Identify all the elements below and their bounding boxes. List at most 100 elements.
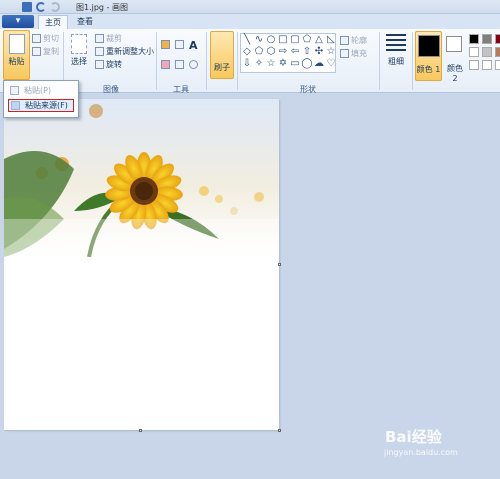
outline-button[interactable]: 轮廓 [340,35,367,46]
star-shape-icon[interactable]: ☆ [325,46,337,58]
palette-color[interactable] [482,60,492,70]
title-bar: 图1.jpg - 画图 [0,0,500,14]
clipboard-icon [8,34,25,54]
right-arrow-shape-icon[interactable]: ⇨ [277,46,289,58]
four-arrow-shape-icon[interactable]: ✣ [313,46,325,58]
callout-rect-shape-icon[interactable]: ▭ [289,58,301,70]
cut-button[interactable]: 剪切 [32,33,59,44]
undo-icon[interactable] [36,2,46,12]
eraser-icon [161,60,170,69]
crop-button[interactable]: 裁剪 [95,33,122,44]
tools-group-label: 工具 [173,85,189,94]
outline-icon [340,36,349,45]
resize-handle-bottom[interactable] [139,429,142,432]
menu-item-paste-from-label: 粘贴来源(F) [25,101,68,110]
menu-item-paste-from[interactable]: 粘贴来源(F) [8,99,74,112]
tab-view[interactable]: 查看 [70,15,100,29]
palette-color[interactable] [469,47,479,57]
palette-color[interactable] [495,47,500,57]
palette-color[interactable] [495,60,500,70]
polygon-shape-icon[interactable]: ⬠ [301,34,313,46]
clipboard-icon [10,86,19,95]
app-menu-button[interactable]: ▾ [2,15,34,28]
star4-shape-icon[interactable]: ✧ [253,58,265,70]
palette-color[interactable] [482,34,492,44]
rounded-rect-shape-icon[interactable]: ▢ [289,34,301,46]
crop-icon [95,34,104,43]
fill-label: 填充 [351,49,367,58]
palette-color[interactable] [469,34,479,44]
star6-shape-icon[interactable]: ✡ [277,58,289,70]
color2-label: 颜色 2 [447,64,463,83]
shapes-gallery[interactable]: ╲ ∿ ○ □ ▢ ⬠ △ ◺ ◇ ⬠ ⬡ ⇨ ⇦ ⇧ ✣ ☆ ⇩ ✧ ☆ ✡ ▭ ◯ ☁ ♡ [240,33,336,73]
paste-button-content: 粘贴 [4,34,29,67]
redo-icon[interactable] [50,2,60,12]
drawing-canvas[interactable] [4,99,279,430]
copy-button[interactable]: 复制 [32,46,59,57]
brushes-label: 刷子 [214,63,230,72]
resize-button[interactable]: 重新调整大小 [95,46,154,57]
magnifier-tool[interactable] [189,60,198,69]
size-label: 粗细 [388,57,404,66]
triangle-shape-icon[interactable]: △ [313,34,325,46]
oval-shape-icon[interactable]: ○ [265,34,277,46]
right-triangle-shape-icon[interactable]: ◺ [325,34,337,46]
paste-label: 粘贴 [8,57,25,66]
eraser-tool[interactable] [161,60,170,69]
line-shape-icon[interactable]: ╲ [241,34,253,46]
down-arrow-shape-icon[interactable]: ⇩ [241,58,253,70]
curve-shape-icon[interactable]: ∿ [253,34,265,46]
bucket-icon [175,40,184,49]
hexagon-shape-icon[interactable]: ⬡ [265,46,277,58]
text-tool[interactable]: A [189,39,198,52]
select-label: 选择 [71,57,87,66]
select-icon [71,34,87,54]
size-button[interactable]: 粗细 [384,34,408,67]
color1-label: 颜色 1 [416,65,441,74]
palette-color[interactable] [495,34,500,44]
diamond-shape-icon[interactable]: ◇ [241,46,253,58]
brushes-button[interactable]: 刷子 [210,31,234,79]
heart-shape-icon[interactable]: ♡ [325,58,337,70]
rotate-button[interactable]: 旋转 [95,59,122,70]
rotate-label: 旋转 [106,60,122,69]
pencil-icon [161,40,170,49]
separator [237,32,238,90]
separator [156,32,157,90]
save-icon[interactable] [22,2,32,12]
callout-oval-shape-icon[interactable]: ◯ [301,58,313,70]
paste-dropdown-menu: 粘贴(P) 粘贴来源(F) [3,80,79,118]
separator [412,32,413,90]
color-picker-tool[interactable] [175,60,184,69]
fill-tool[interactable] [175,40,184,49]
cloud-shape-icon[interactable]: ☁ [313,58,325,70]
cut-label: 剪切 [43,34,59,43]
star5-shape-icon[interactable]: ☆ [265,58,277,70]
baidu-watermark-url: jingyan.baidu.com [384,448,458,457]
fill-button[interactable]: 填充 [340,48,367,59]
line-width-icon [386,34,406,54]
resize-handle-right[interactable] [278,263,281,266]
paste-from-icon [11,101,20,110]
pencil-tool[interactable] [161,40,170,49]
color2-button[interactable]: 颜色 2 [444,31,466,83]
fill-icon [340,49,349,58]
separator [206,32,207,90]
palette-color[interactable] [482,47,492,57]
shapes-group-label: 形状 [300,85,316,94]
resize-handle-corner[interactable] [278,429,281,432]
image-group-label: 图像 [103,85,119,94]
rectangle-shape-icon[interactable]: □ [277,34,289,46]
copy-label: 复制 [43,47,59,56]
crop-label: 裁剪 [106,34,122,43]
pentagon-shape-icon[interactable]: ⬠ [253,46,265,58]
tab-home[interactable]: 主页 [38,15,68,29]
left-arrow-shape-icon[interactable]: ⇦ [289,46,301,58]
up-arrow-shape-icon[interactable]: ⇧ [301,46,313,58]
color1-button[interactable]: 颜色 1 [415,31,442,81]
select-button[interactable]: 选择 [67,34,91,67]
palette-color[interactable] [469,60,479,70]
menu-item-paste[interactable]: 粘贴(P) [8,84,74,97]
menu-item-paste-label: 粘贴(P) [24,86,52,95]
eyedropper-icon [175,60,184,69]
